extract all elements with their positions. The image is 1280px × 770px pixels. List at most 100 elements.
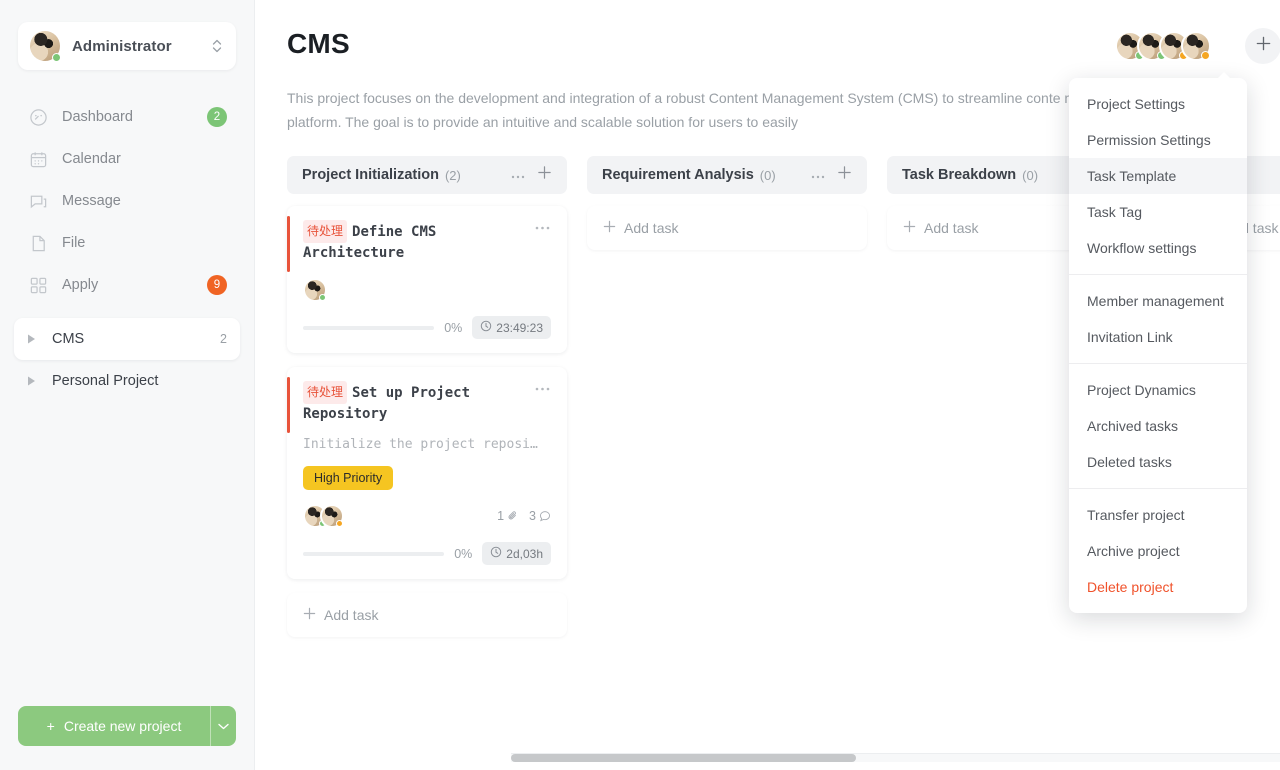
- clock-icon: [490, 546, 502, 561]
- menu-item-permission-settings[interactable]: Permission Settings: [1069, 122, 1247, 158]
- sidebar-item-label: Apply: [62, 277, 99, 293]
- project-count: 2: [220, 332, 227, 346]
- avatar[interactable]: [320, 504, 344, 528]
- profile-switcher[interactable]: Administrator: [18, 22, 236, 70]
- create-new-project-main[interactable]: + Create new project: [18, 706, 210, 746]
- project-label: Personal Project: [52, 373, 159, 389]
- sidebar-projects: CMS 2 Personal Project: [0, 318, 254, 402]
- plus-icon: +: [46, 718, 55, 734]
- column-body: Add task: [587, 194, 867, 250]
- board-column: Project Initialization (2) 待处理 Define CM…: [287, 156, 567, 770]
- card-more-icon[interactable]: [535, 220, 551, 232]
- sidebar-item-cms[interactable]: CMS 2: [14, 318, 240, 360]
- menu-item-task-template[interactable]: Task Template: [1069, 158, 1247, 194]
- create-project-dropdown-toggle[interactable]: [210, 706, 236, 746]
- sidebar-badge: 2: [207, 107, 227, 127]
- attachment-counter: 1: [497, 509, 519, 523]
- clock-icon: [480, 320, 492, 335]
- card-more-icon[interactable]: [535, 381, 551, 393]
- task-card[interactable]: 待处理 Define CMS Architecture 0% 23:49:23: [287, 206, 567, 353]
- card-title-row: 待处理 Set up Project Repository: [303, 381, 551, 425]
- board-column: Requirement Analysis (0) Add task: [587, 156, 867, 770]
- menu-separator: [1069, 488, 1247, 489]
- column-add-icon[interactable]: [537, 165, 552, 185]
- column-title: Project Initialization: [302, 167, 439, 183]
- card-footer: 0% 2d,03h: [303, 542, 551, 565]
- progress-percent: 0%: [454, 546, 473, 561]
- time-value: 23:49:23: [496, 320, 543, 335]
- menu-item-task-tag[interactable]: Task Tag: [1069, 194, 1247, 230]
- add-button[interactable]: [1245, 28, 1280, 64]
- add-task-button[interactable]: Add task: [287, 593, 567, 637]
- menu-item-workflow-settings[interactable]: Workflow settings: [1069, 230, 1247, 266]
- menu-item-project-settings[interactable]: Project Settings: [1069, 86, 1247, 122]
- card-assignees[interactable]: [303, 504, 344, 528]
- sidebar-item-label: Message: [62, 193, 121, 209]
- avatar[interactable]: [1181, 31, 1211, 61]
- card-meta: [303, 278, 551, 302]
- sidebar-footer: + Create new project: [0, 706, 254, 770]
- menu-group: Transfer project Archive project Delete …: [1069, 497, 1247, 605]
- sidebar-item-file[interactable]: File: [14, 222, 240, 264]
- column-more-icon[interactable]: [811, 166, 825, 184]
- column-header-actions: [511, 165, 552, 185]
- chevron-up-down-icon[interactable]: [210, 36, 224, 56]
- menu-item-archive-project[interactable]: Archive project: [1069, 533, 1247, 569]
- column-add-icon[interactable]: [837, 165, 852, 185]
- menu-item-transfer-project[interactable]: Transfer project: [1069, 497, 1247, 533]
- card-description: Initialize the project reposi…: [303, 437, 538, 452]
- sidebar-item-label: Calendar: [62, 151, 121, 167]
- column-count: (0): [759, 167, 776, 183]
- sidebar-item-personal-project[interactable]: Personal Project: [14, 360, 240, 402]
- status-badge: 待处理: [303, 220, 348, 243]
- column-count: (2): [444, 167, 461, 183]
- menu-group: Task Template Project Settings Permissio…: [1069, 86, 1247, 266]
- menu-group: Member management Invitation Link: [1069, 283, 1247, 355]
- status-badge: 待处理: [303, 381, 348, 404]
- column-more-icon[interactable]: [511, 166, 525, 184]
- menu-item-invitation-link[interactable]: Invitation Link: [1069, 319, 1247, 355]
- horizontal-scrollbar[interactable]: [511, 754, 1280, 762]
- menu-separator: [1069, 274, 1247, 275]
- card-assignees[interactable]: [303, 278, 327, 302]
- member-avatar-group[interactable]: [1115, 31, 1211, 61]
- card-footer: 0% 23:49:23: [303, 316, 551, 339]
- calendar-icon: [27, 148, 49, 170]
- sidebar-item-dashboard[interactable]: Dashboard 2: [14, 96, 240, 138]
- sidebar-item-label: File: [62, 235, 86, 251]
- sidebar-item-message[interactable]: Message: [14, 180, 240, 222]
- sidebar-item-label: Dashboard: [62, 109, 133, 125]
- menu-item-project-dynamics[interactable]: Project Dynamics: [1069, 372, 1247, 408]
- add-task-button[interactable]: Add task: [587, 206, 867, 250]
- status-dot: [52, 53, 61, 62]
- page-title: CMS: [287, 28, 350, 59]
- task-card[interactable]: 待处理 Set up Project Repository Initialize …: [287, 367, 567, 579]
- progress-percent: 0%: [444, 320, 463, 335]
- menu-separator: [1069, 363, 1247, 364]
- comment-icon: [539, 510, 551, 522]
- plus-icon: [603, 220, 616, 236]
- add-task-label: Add task: [924, 220, 979, 236]
- column-count: (0): [1022, 167, 1039, 183]
- column-header: Requirement Analysis (0): [587, 156, 867, 194]
- menu-item-member-management[interactable]: Member management: [1069, 283, 1247, 319]
- caret-right-icon[interactable]: [27, 376, 41, 386]
- sidebar-item-calendar[interactable]: Calendar: [14, 138, 240, 180]
- attachment-count: 1: [497, 509, 505, 523]
- create-new-project-button[interactable]: + Create new project: [18, 706, 236, 746]
- menu-item-archived-tasks[interactable]: Archived tasks: [1069, 408, 1247, 444]
- app-root: Administrator Dashboard 2 Calendar Messa…: [0, 0, 1280, 770]
- avatar[interactable]: [303, 278, 327, 302]
- menu-item-deleted-tasks[interactable]: Deleted tasks: [1069, 444, 1247, 480]
- comment-counter: 3: [529, 509, 551, 523]
- title-row: CMS: [287, 28, 1280, 64]
- scrollbar-thumb[interactable]: [511, 754, 856, 762]
- time-chip: 23:49:23: [472, 316, 551, 339]
- file-icon: [27, 232, 49, 254]
- sidebar-item-apply[interactable]: Apply 9: [14, 264, 240, 306]
- sidebar: Administrator Dashboard 2 Calendar Messa…: [0, 0, 255, 770]
- create-new-project-label: Create new project: [63, 718, 182, 734]
- menu-item-delete-project[interactable]: Delete project: [1069, 569, 1247, 605]
- column-body: 待处理 Define CMS Architecture 0% 23:49:23 …: [287, 194, 567, 637]
- caret-right-icon[interactable]: [27, 334, 41, 344]
